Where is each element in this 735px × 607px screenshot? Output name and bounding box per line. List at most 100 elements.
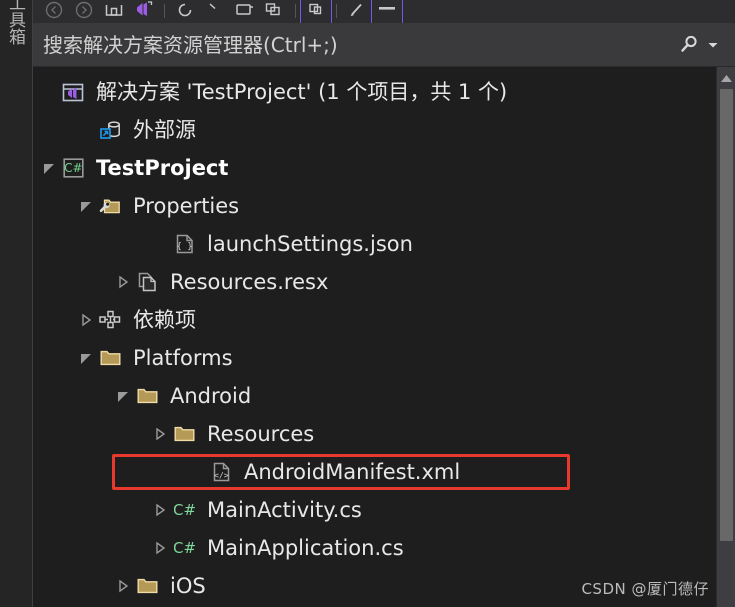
refresh-icon: [178, 3, 192, 17]
tree-row-label: Android: [170, 384, 252, 408]
back-button[interactable]: [39, 0, 69, 23]
twisty-toggle[interactable]: [150, 491, 170, 529]
folder-icon: [174, 426, 194, 442]
twisty-toggle[interactable]: [150, 415, 170, 453]
tree-row[interactable]: Android: [33, 377, 716, 415]
tree-row[interactable]: Resources: [33, 415, 716, 453]
toolbox-vertical-tab-label[interactable]: 工具箱: [1, 0, 27, 45]
refresh-button[interactable]: [170, 0, 200, 23]
xml-file-icon: </>: [207, 453, 235, 491]
solution-explorer-panel: 解决方案 'TestProject' (1 个项目，共 1 个) 外部源 C# Tes…: [33, 0, 735, 607]
twisty-expanded-icon: [44, 164, 54, 174]
solution-explorer-window: 工具箱 搜索解决方案资源管理器(Ctrl+;) 解决方案 'TestProjec…: [0, 0, 735, 607]
twisty-expanded-icon: [81, 354, 91, 364]
tree-row[interactable]: iOS: [33, 567, 716, 605]
folder-icon: [137, 578, 157, 594]
search-bar[interactable]: [33, 22, 735, 67]
twisty-toggle[interactable]: [39, 149, 59, 187]
twisty-collapsed-icon: [82, 313, 92, 327]
tree-row-label: TestProject: [96, 156, 229, 180]
pending-changes-filter-button[interactable]: [371, 0, 403, 23]
twisty-placeholder: [150, 225, 170, 263]
resx-file-icon: [133, 263, 161, 301]
dependencies-icon: [96, 301, 124, 339]
twisty-placeholder: [39, 73, 59, 111]
twisty-toggle[interactable]: [76, 301, 96, 339]
tree-row[interactable]: 外部源: [33, 111, 716, 149]
circle-arrow-back-icon: [45, 1, 63, 19]
tree-row-label: MainActivity.cs: [207, 498, 362, 522]
tree-row-label: AndroidManifest.xml: [244, 460, 461, 484]
csharp-file-icon: C#: [170, 491, 198, 529]
twisty-toggle[interactable]: [113, 567, 133, 605]
tree-row-label: MainApplication.cs: [207, 536, 404, 560]
twisty-placeholder: [76, 111, 96, 149]
collapse-all-icon: [209, 3, 216, 10]
solution-explorer-toolbar: [33, 0, 735, 23]
sync-with-active-document-button[interactable]: [300, 0, 332, 23]
home-button[interactable]: [99, 0, 129, 23]
show-all-files-button[interactable]: [230, 0, 260, 23]
forward-button[interactable]: [69, 0, 99, 23]
scroll-up-button[interactable]: [717, 69, 735, 87]
tree-row-label: Platforms: [133, 346, 233, 370]
tree-row-label: Properties: [133, 194, 240, 218]
tree-row[interactable]: C# MainActivity.cs: [33, 491, 716, 529]
preview-selected-items-button[interactable]: [260, 0, 290, 23]
folder-icon: [133, 377, 161, 415]
twisty-collapsed-icon: [156, 541, 166, 555]
tree-row-label: Resources.resx: [170, 270, 329, 294]
search-button[interactable]: [675, 31, 703, 59]
folder-icon: [137, 388, 157, 404]
search-options-dropdown-button[interactable]: [705, 31, 721, 59]
tree-row[interactable]: { } launchSettings.json: [33, 225, 716, 263]
svg-text:C#: C#: [174, 501, 195, 519]
properties-button[interactable]: [342, 0, 372, 23]
toolbar-separator-2: [295, 4, 296, 18]
twisty-toggle[interactable]: [113, 377, 133, 415]
solution-icon: [62, 83, 84, 101]
search-actions: [675, 31, 729, 59]
toolbar-separator-3: [336, 4, 337, 18]
vertical-scrollbar-thumb[interactable]: [719, 89, 733, 541]
magnifier-icon: [681, 35, 697, 52]
svg-text:{ }: { }: [176, 242, 192, 252]
twisty-toggle[interactable]: [113, 263, 133, 301]
switch-views-button[interactable]: [129, 0, 159, 23]
folder-icon: [96, 339, 124, 377]
tree-row[interactable]: C# MainApplication.cs: [33, 529, 716, 567]
tree-row[interactable]: Resources.resx: [33, 263, 716, 301]
twisty-toggle[interactable]: [150, 529, 170, 567]
tree-row[interactable]: Platforms: [33, 339, 716, 377]
properties-folder-icon: [96, 187, 124, 225]
csharp-file-icon: C#: [174, 501, 195, 519]
left-tool-strip[interactable]: 工具箱: [0, 0, 33, 607]
tree-row-label: Resources: [207, 422, 315, 446]
wrench-pencil-icon: [350, 3, 362, 17]
external-sources-icon: [96, 111, 124, 149]
tree-row[interactable]: C# TestProject: [33, 149, 716, 187]
resx-file-icon: [138, 272, 156, 292]
twisty-collapsed-icon: [119, 579, 129, 593]
search-input[interactable]: [43, 22, 675, 67]
twisty-expanded-icon: [81, 202, 91, 212]
tree-row[interactable]: 解决方案 'TestProject' (1 个项目，共 1 个): [33, 73, 716, 111]
twisty-expanded-icon: [118, 392, 128, 402]
folder-icon: [170, 415, 198, 453]
solution-tree[interactable]: 解决方案 'TestProject' (1 个项目，共 1 个) 外部源 C# Tes…: [33, 67, 716, 607]
solution-icon: [59, 73, 87, 111]
tree-row[interactable]: Properties: [33, 187, 716, 225]
xml-file-icon: </>: [213, 462, 229, 482]
vertical-scrollbar[interactable]: [716, 67, 735, 607]
csharp-file-icon: C#: [170, 529, 198, 567]
tree-row-label: 解决方案 'TestProject' (1 个项目，共 1 个): [96, 80, 508, 104]
twisty-toggle[interactable]: [76, 339, 96, 377]
collapse-all-button[interactable]: [200, 0, 230, 23]
tree-row[interactable]: </> AndroidManifest.xml: [33, 453, 716, 491]
tree-row[interactable]: 依赖项: [33, 301, 716, 339]
svg-text:C#: C#: [64, 161, 82, 175]
folder-icon: [100, 350, 120, 366]
home-icon: [105, 5, 123, 16]
twisty-toggle[interactable]: [76, 187, 96, 225]
csharp-project-icon: C#: [59, 149, 87, 187]
